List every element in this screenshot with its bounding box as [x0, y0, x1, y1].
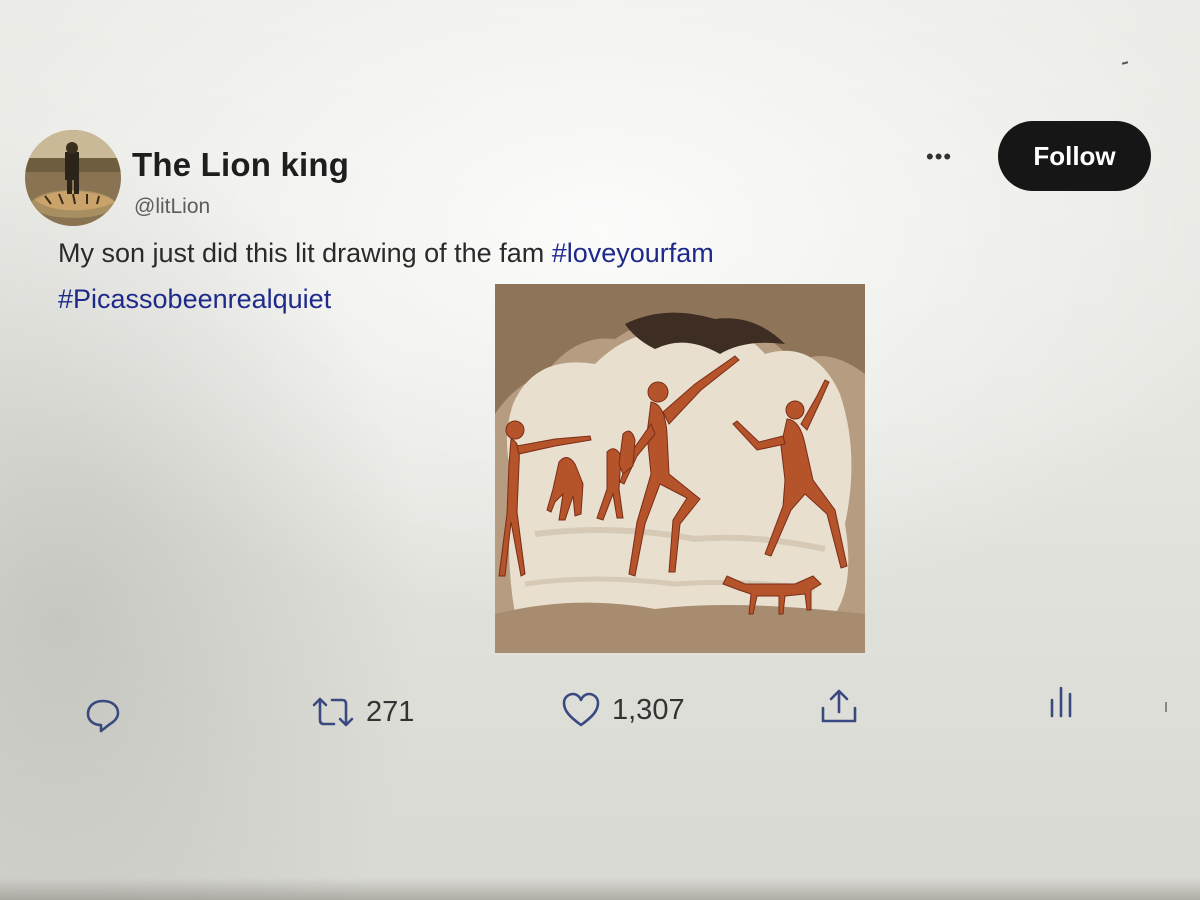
- tweet-image[interactable]: [495, 284, 865, 653]
- analytics-button[interactable]: [1047, 684, 1077, 720]
- more-options-icon[interactable]: •••: [926, 144, 952, 170]
- avatar[interactable]: [25, 130, 121, 226]
- like-button[interactable]: 1,307: [560, 690, 685, 730]
- like-count: 1,307: [612, 693, 685, 726]
- handle[interactable]: @litLion: [134, 195, 210, 219]
- retweet-count: 271: [366, 695, 415, 728]
- paper-bottom-edge: [0, 878, 1200, 900]
- display-name[interactable]: The Lion king: [132, 146, 349, 184]
- reply-icon: [86, 699, 120, 733]
- follow-button[interactable]: Follow: [998, 121, 1151, 191]
- heart-icon: [562, 692, 600, 727]
- cave-painting-illustration: [495, 284, 865, 653]
- retweet-button[interactable]: 271: [310, 692, 414, 732]
- tweet-text: My son just did this lit drawing of the …: [58, 238, 552, 268]
- analytics-icon: [1050, 686, 1072, 718]
- hashtag-link[interactable]: #loveyourfam: [552, 238, 714, 268]
- share-icon: [821, 689, 857, 723]
- retweet-icon: [312, 697, 354, 727]
- avatar-photo: [25, 130, 121, 226]
- paper-mark: [1165, 702, 1167, 712]
- reply-button[interactable]: [83, 694, 123, 734]
- hashtag-link[interactable]: #Picassobeenrealquiet: [58, 284, 331, 314]
- share-button[interactable]: [818, 686, 860, 728]
- tweet-text-line: #Picassobeenrealquiet: [58, 284, 331, 315]
- tweet-text-line: My son just did this lit drawing of the …: [58, 238, 714, 269]
